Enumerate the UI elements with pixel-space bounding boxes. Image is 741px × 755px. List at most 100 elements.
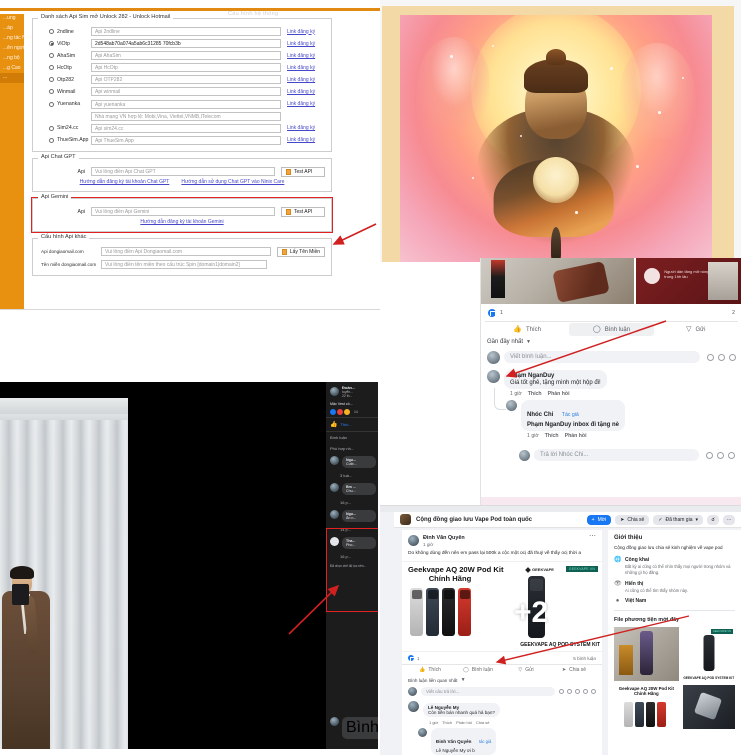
sidebar-item-5[interactable]: ...g Cao [0, 63, 24, 73]
get-domain-button[interactable]: Lấy Tên Miền [276, 246, 325, 257]
media-thumb-1[interactable] [614, 627, 679, 682]
comment-sort-dropdown[interactable]: Gần đây nhất ▼ [487, 339, 531, 345]
sim-row-hcotp[interactable]: HcOtp Api HcOtp Link đăng ký [39, 63, 325, 73]
avatar[interactable] [418, 728, 427, 738]
comment-reply-action[interactable]: Phản hồi [456, 720, 472, 725]
sim-input-hcotp[interactable]: Api HcOtp [91, 63, 281, 73]
reply-reply-action[interactable]: Phản hồi [565, 433, 587, 439]
emoji-icon[interactable] [718, 353, 725, 361]
sidebar-item-1[interactable]: ...áp [0, 24, 24, 34]
video-comment-input[interactable]: Bình... [342, 717, 380, 739]
radio-sim24[interactable]: Sim24.cc [39, 125, 91, 131]
avatar[interactable] [330, 510, 339, 519]
register-link-sim24[interactable]: Link đăng ký [287, 125, 325, 131]
joined-button[interactable]: ✓ Đã tham gia ▾ [653, 514, 703, 525]
avatar[interactable] [330, 483, 339, 492]
media-thumb-3[interactable]: Geekvape AQ 20W Pod Kit Chính Hãng [614, 685, 679, 730]
comment-button[interactable]: ◯ Bình luận [569, 323, 654, 336]
avatar[interactable] [487, 370, 500, 383]
chatgpt-test-api-button[interactable]: Test API [281, 166, 325, 177]
camera-icon[interactable] [707, 353, 714, 361]
register-link-thuesim[interactable]: Link đăng ký [287, 137, 325, 143]
share-button[interactable]: ➤ Chia sẻ [615, 514, 650, 525]
sim-row-yuenanka[interactable]: Yuenanka Api yuenanka Link đăng ký [39, 99, 325, 109]
media-thumb-2[interactable]: GEEKVAPE.VN GEEKVAPE AQ POD SYSTEM KIT [682, 627, 735, 682]
camera-icon[interactable] [706, 451, 713, 459]
avatar-icon[interactable] [591, 689, 596, 695]
group-avatar[interactable] [400, 514, 411, 525]
sim-input-winmail[interactable]: Api winmail [91, 87, 281, 97]
sim-row-viotp[interactable]: ViOtp 2d548ab70a074a5ab6c31285 70fcb3b L… [39, 39, 325, 49]
sidebar-item-2[interactable]: ...ng tác Ngày [0, 34, 34, 44]
sidebar-item-3[interactable]: ...ên ngợi [0, 44, 24, 54]
dongiaomail-api-row[interactable]: Api dongiaomail.com Vui lòng điền Api Do… [39, 246, 325, 257]
avatar[interactable] [330, 456, 339, 465]
comment-reply-action[interactable]: Phản hồi [548, 391, 570, 397]
dongiaomail-domain-row[interactable]: Tên miền dongiaomail.com Vui lòng điền t… [39, 259, 325, 269]
post-photo-left[interactable] [481, 258, 635, 304]
sidebar-item-0[interactable]: ...ung [0, 14, 24, 24]
chatgpt-usage-guide-link[interactable]: Hướng dẫn sử dụng Chat GPT vào Ninix Car… [181, 179, 284, 185]
like-button[interactable]: 👍 Thích [485, 323, 569, 336]
radio-2ndline[interactable]: 2ndline [39, 29, 91, 35]
post-photo-right[interactable]: Người dân tăng mỡ nóng tào trung 1hh lâu [636, 258, 741, 304]
comment-sort-dropdown[interactable]: Bình luận liên quan nhất ▼ [402, 675, 602, 685]
post-more-icon[interactable]: ⋯ [589, 533, 596, 539]
more-options-button[interactable]: ⋯ [723, 514, 735, 525]
avatar[interactable] [408, 535, 419, 546]
sticker-icon[interactable] [583, 689, 588, 695]
gemini-register-guide-link[interactable]: Hướng dẫn đăng ký tài khoản Gemini [140, 219, 223, 225]
dongiaomail-domain-input[interactable]: Vui lòng điền tên miền theo cấu trúc Spi… [101, 259, 267, 269]
dongiaomail-api-input[interactable]: Vui lòng điền Api Dongiaomail.com [101, 247, 271, 257]
register-link-hcotp[interactable]: Link đăng ký [287, 65, 325, 71]
avatar[interactable] [506, 400, 517, 411]
comment-like-action[interactable]: Thích [528, 391, 542, 397]
register-link-winmail[interactable]: Link đăng ký [287, 89, 325, 95]
group-name[interactable]: Cộng đồng giao lưu Vape Pod toàn quốc [416, 517, 532, 523]
video-like-button[interactable]: 👍 Thíc... [326, 417, 380, 432]
emoji-icon[interactable] [559, 689, 564, 695]
sim-input-sim24[interactable]: Api sim24.cc [91, 123, 281, 133]
register-link-viotp[interactable]: Link đăng ký [287, 41, 325, 47]
radio-thuesim[interactable]: ThueSim.App [39, 137, 91, 143]
network-note-input[interactable]: Nhà mạng VN hợp lệ: Mobi,Vina, Viettel,V… [91, 111, 281, 121]
post-media[interactable]: Geekvape AQ 20W Pod Kit Chính Hãng GEEKV… [402, 561, 602, 652]
post-author[interactable]: Đinh Văn Quyên [423, 535, 465, 541]
comment-like-action[interactable]: Thích [442, 720, 452, 725]
reply-composer[interactable]: Trả lời Nhóc Chi... [519, 448, 735, 462]
sim-input-otp282[interactable]: Api OTP282 [91, 75, 281, 85]
sim-row-thuesim[interactable]: ThueSim.App Api ThueSim.App Link đăng ký [39, 135, 325, 145]
radio-otp282[interactable]: Otp282 [39, 77, 91, 83]
reply-author[interactable]: Nhóc Chi [527, 412, 553, 418]
sim-input-yuenanka[interactable]: Api yuenanka [91, 99, 281, 109]
radio-yuenanka[interactable]: Yuenanka [39, 101, 91, 107]
chatgpt-register-guide-link[interactable]: Hướng dẫn đăng ký tài khoản Chat GPT [80, 179, 170, 185]
search-button[interactable]: ☌ [707, 514, 719, 525]
sim-input-2ndline[interactable]: Api 2ndline [91, 27, 281, 36]
gemini-api-row[interactable]: Api Vui lòng điền Api Gemini Test API [39, 206, 325, 217]
comment-button[interactable]: ◯ Bình luận [454, 667, 502, 673]
media-thumb-4[interactable] [682, 685, 735, 730]
register-link-ahasim[interactable]: Link đăng ký [287, 53, 325, 59]
emoji-icon[interactable] [717, 451, 724, 459]
comment-composer[interactable]: Viết bình luận... [487, 350, 736, 364]
comment-composer[interactable]: Viết câu trả lời... [402, 685, 602, 698]
reply-input[interactable]: Trả lời Nhóc Chi... [534, 449, 699, 461]
send-button[interactable]: ▽ Gửi [654, 323, 738, 336]
comment-share-action[interactable]: Chia sẻ [476, 720, 490, 725]
sim-row-otp282[interactable]: Otp282 Api OTP282 Link đăng ký [39, 75, 325, 85]
comment-input[interactable]: Viết câu trả lời... [421, 687, 555, 697]
video-comment-sort[interactable]: Phù hợp nh... [326, 443, 380, 454]
radio-ahasim[interactable]: AhaSim [39, 53, 91, 59]
camera-icon[interactable] [567, 689, 572, 695]
reply-author[interactable]: Đinh Văn Quyên [436, 739, 471, 744]
sim-row-ahasim[interactable]: AhaSim Api AhaSim Link đăng ký [39, 51, 325, 61]
chatgpt-api-input[interactable]: Vui lòng điền Api Chat GPT [91, 167, 275, 177]
sim-input-viotp[interactable]: 2d548ab70a074a5ab6c31285 70fcb3b [91, 39, 281, 49]
radio-viotp[interactable]: ViOtp [39, 41, 91, 47]
reply-like-action[interactable]: Thích [545, 433, 559, 439]
sticker-icon[interactable] [728, 451, 735, 459]
sim-row-winmail[interactable]: Winmail Api winmail Link đăng ký [39, 87, 325, 97]
gemini-api-input[interactable]: Vui lòng điền Api Gemini [91, 207, 275, 217]
post-comment-count[interactable]: 5 bình luận [573, 656, 596, 661]
